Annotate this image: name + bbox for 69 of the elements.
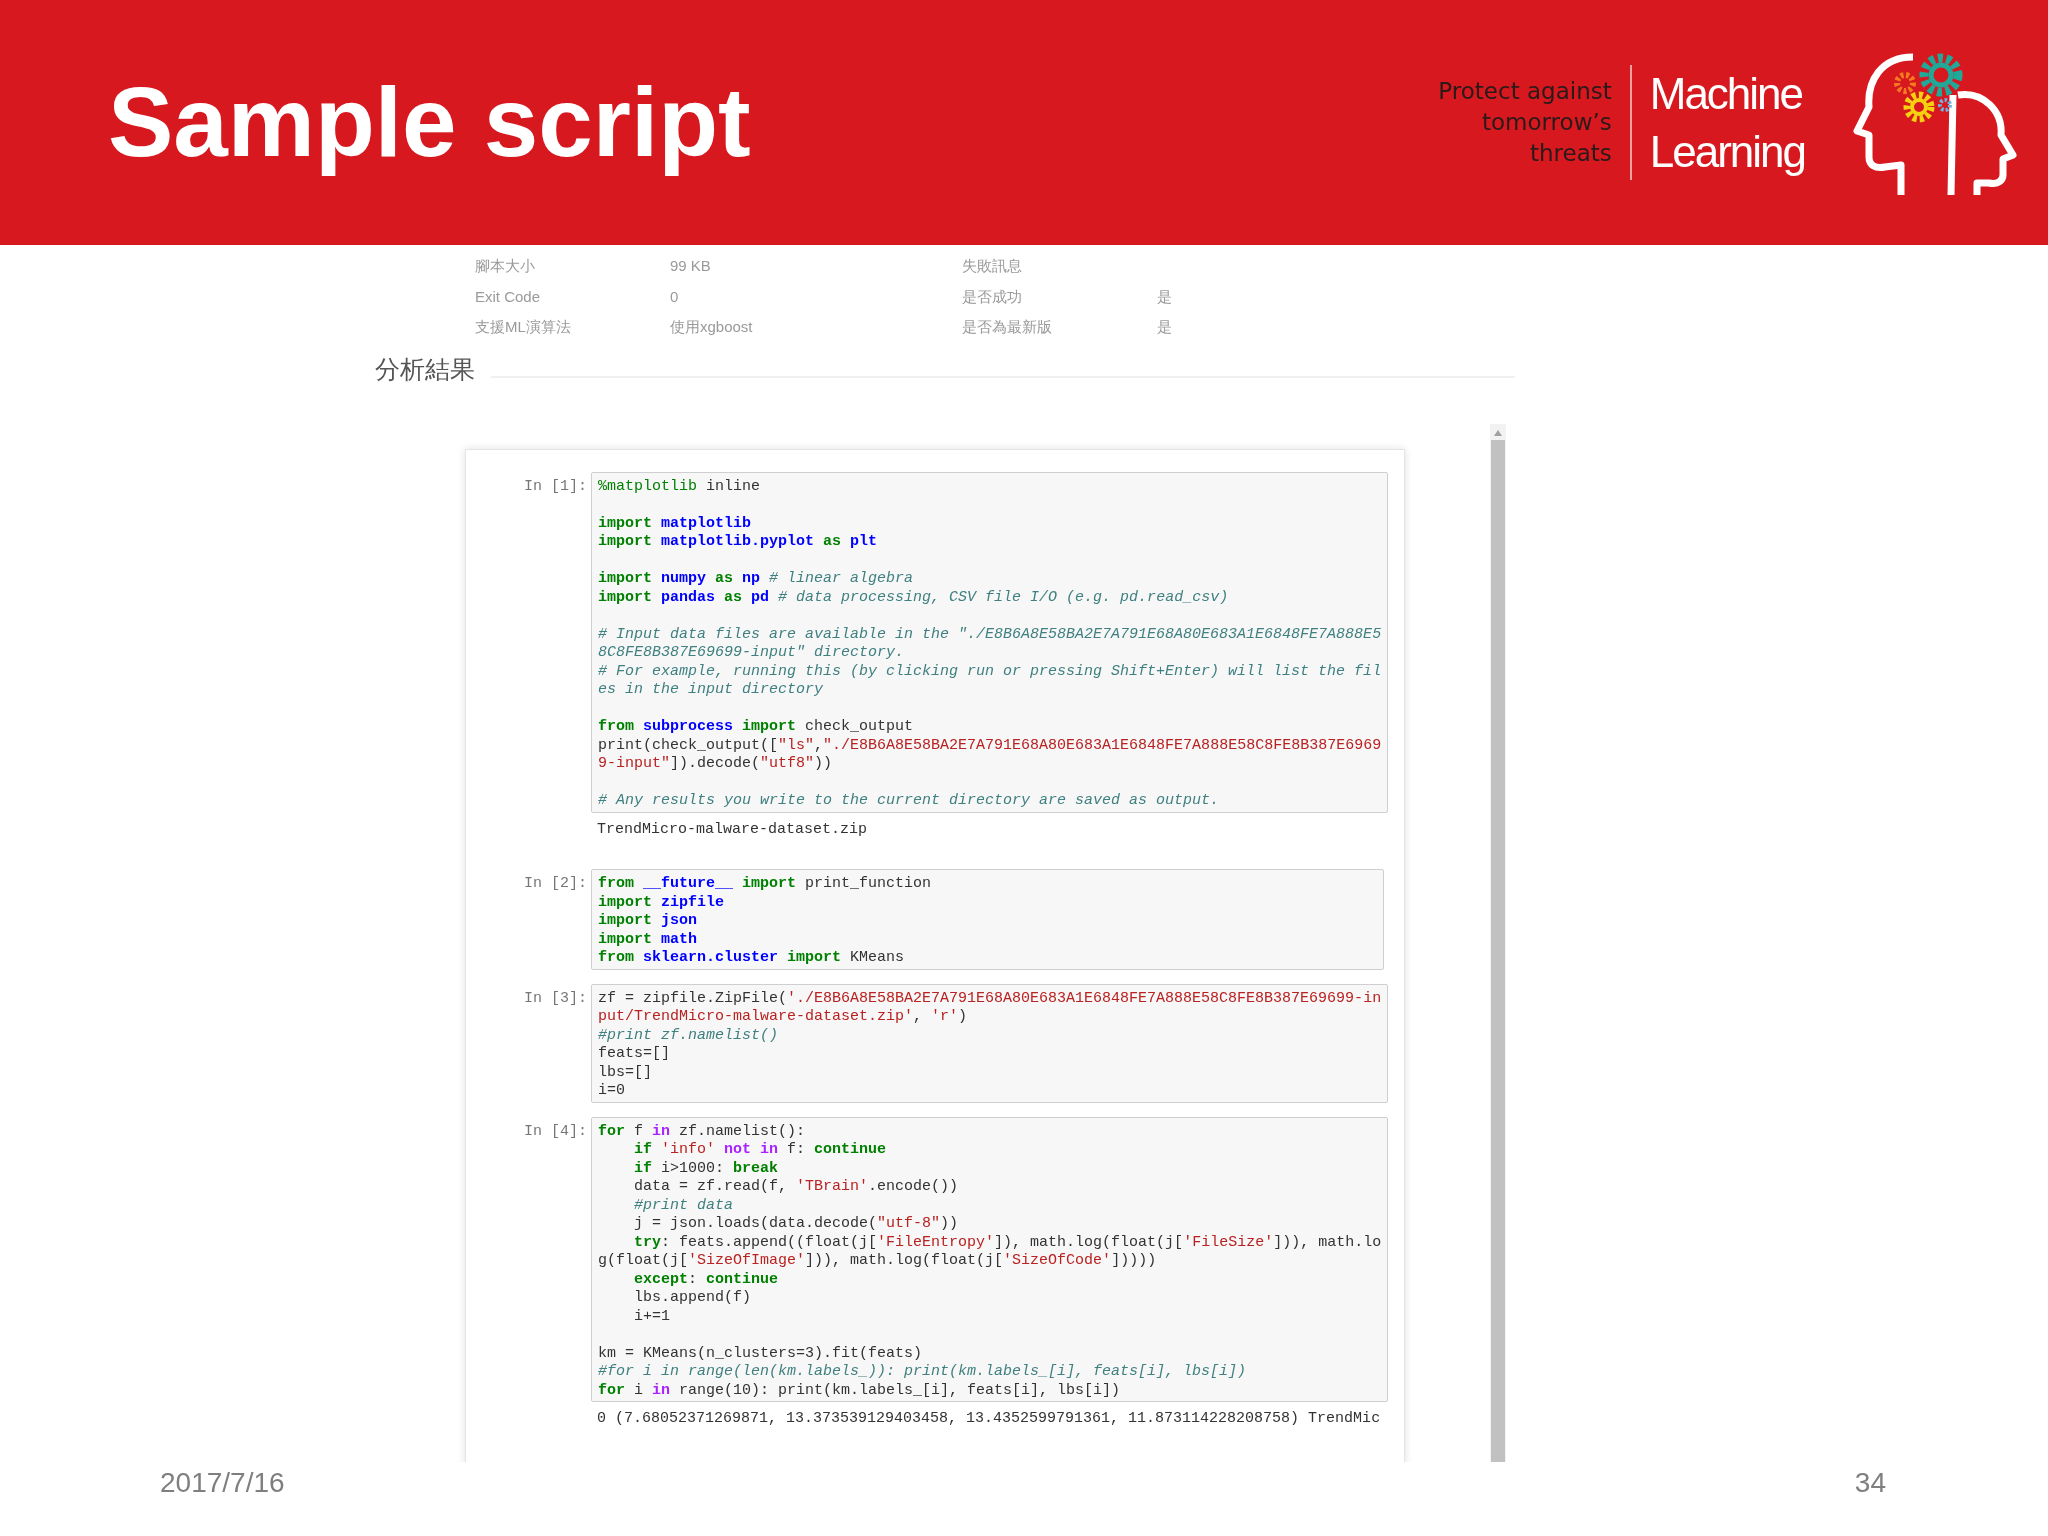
code-line: data = zf.read(f, 'TBrain'.encode())	[633, 1177, 960, 1195]
code-line: km = KMeans(n_clusters=3).fit(feats)	[598, 1343, 924, 1361]
brand-text: Learning	[1649, 125, 1805, 178]
scroll-up-icon[interactable]	[1494, 429, 1502, 436]
slide-date: 2017/7/16	[160, 1466, 285, 1500]
code-line: feats=[]	[598, 1044, 671, 1062]
code-line: # Any results you write to the current directory are saved as output.	[598, 791, 1221, 809]
tagline-text: Protect against	[1438, 77, 1612, 106]
info-value: 使用xgboost	[670, 317, 754, 337]
code-line: lbs=[]	[598, 1062, 653, 1080]
slide-number: 34	[1854, 1466, 1886, 1500]
code-line: from sklearn.cluster import KMeans	[598, 948, 906, 966]
code-line: 9-input"]).decode("utf8"))	[598, 754, 834, 772]
slide-title: Sample script	[108, 65, 751, 179]
code-line: import zipfile	[598, 892, 726, 910]
code-line: i+=1	[633, 1306, 671, 1324]
code-line: # Input data files are available in the "./E8B6A8E58BA2E7A791E68A80E683A1E6848FE7A888E5	[598, 624, 1382, 642]
code-line: for i in range(10): print(km.labels_[i], feats[i], lbs[i])	[598, 1380, 1122, 1398]
tagline-text: tomorrow’s	[1482, 108, 1612, 137]
code-line: except: continue	[633, 1269, 780, 1287]
code-line: lbs.append(f)	[633, 1288, 753, 1306]
code-line: # For example, running this (by clicking run or pressing Shift+Enter) will list the fil	[598, 661, 1382, 679]
code-line: for f in zf.namelist():	[598, 1121, 807, 1139]
info-label: 是否成功	[962, 286, 1023, 307]
cell-prompt: In [3]:	[524, 988, 588, 1009]
code-line: from subprocess import check_output	[598, 717, 915, 735]
code-line: #print data	[633, 1195, 735, 1213]
code-line: es in the input directory	[598, 680, 825, 698]
code-line: if i>1000: break	[633, 1158, 780, 1176]
code-line: import matplotlib.pyplot as plt	[598, 532, 879, 550]
section-heading: 分析結果	[375, 356, 475, 382]
info-label: 失敗訊息	[962, 256, 1023, 276]
cell-prompt: In [4]:	[524, 1121, 588, 1142]
code-cell[interactable]	[591, 1116, 1389, 1402]
code-line: g(float(j['SizeOfImage'])), math.log(float(j['SizeOfCode']))))	[598, 1251, 1158, 1269]
code-cell[interactable]	[591, 471, 1389, 813]
code-line: put/TrendMicro-malware-dataset.zip', 'r')	[598, 1007, 969, 1025]
code-cell[interactable]: from __future__ import print_function import zipfile import json import math from sklearn.cluster import KMeans	[591, 869, 1384, 970]
code-line: j = json.loads(data.decode("utf-8"))	[633, 1214, 960, 1232]
cell-output: 0 (7.68052371269871, 13.373539129403458, 13.4352599791361, 11.873114228208758) TrendMic	[597, 1410, 1381, 1427]
code-line: zf = zipfile.ZipFile('./E8B6A8E58BA2E7A791E68A80E683A1E6848FE7A888E58C8FE8B387E69699-in	[598, 988, 1382, 1006]
code-line: import numpy as np # linear algebra	[598, 569, 915, 587]
brand-text: Machine	[1649, 67, 1804, 120]
code-line: print(check_output(["ls","./E8B6A8E58BA2E7A791E68A80E683A1E6848FE7A888E58C8FE8B387E6969	[598, 735, 1382, 753]
info-value: 是	[1157, 317, 1173, 337]
code-line: try: feats.append((float(j['FileEntropy']), math.log(float(j['FileSize'])), math.lo	[633, 1232, 1382, 1250]
info-label: 是否為最新版	[962, 317, 1053, 337]
cell-prompt: In [2]:	[524, 874, 588, 894]
code-line: i=0	[598, 1081, 626, 1099]
code-line: #for i in range(len(km.labels_)): print(km.labels_[i], feats[i], lbs[i])	[598, 1362, 1248, 1380]
info-value: 0	[670, 286, 680, 307]
code-line: #print zf.namelist()	[598, 1025, 780, 1043]
code-line: %matplotlib inline	[598, 476, 762, 494]
info-value: 是	[1157, 286, 1173, 307]
code-line: if 'info' not in f: continue	[633, 1140, 888, 1158]
code-line: 8C8FE8B387E69699-input" directory.	[598, 643, 906, 661]
code-cell[interactable]: zf = zipfile.ZipFile('./E8B6A8E58BA2E7A791E68A80E683A1E6848FE7A888E58C8FE8B387E69699-in put/TrendMicro-malware-dataset.zip', 'r') #print zf.namelist() feats=[] lbs=[] i=0	[591, 983, 1389, 1103]
info-label: 支援ML演算法	[475, 317, 572, 337]
info-value: 99 KB	[670, 256, 712, 276]
cell-output: TrendMicro-malware-dataset.zip	[597, 820, 868, 838]
cell-prompt: In [1]:	[524, 476, 588, 497]
code-line: import json	[598, 911, 699, 929]
tagline-text: threats	[1529, 139, 1612, 168]
code-line: import matplotlib	[598, 513, 753, 531]
info-label: Exit Code	[475, 286, 542, 307]
code-line: from __future__ import print_function	[598, 874, 933, 892]
code-line: import pandas as pd # data processing, CSV file I/O (e.g. pd.read_csv)	[598, 587, 1230, 605]
info-label: 腳本大小	[475, 256, 536, 276]
code-line: import math	[598, 929, 699, 947]
